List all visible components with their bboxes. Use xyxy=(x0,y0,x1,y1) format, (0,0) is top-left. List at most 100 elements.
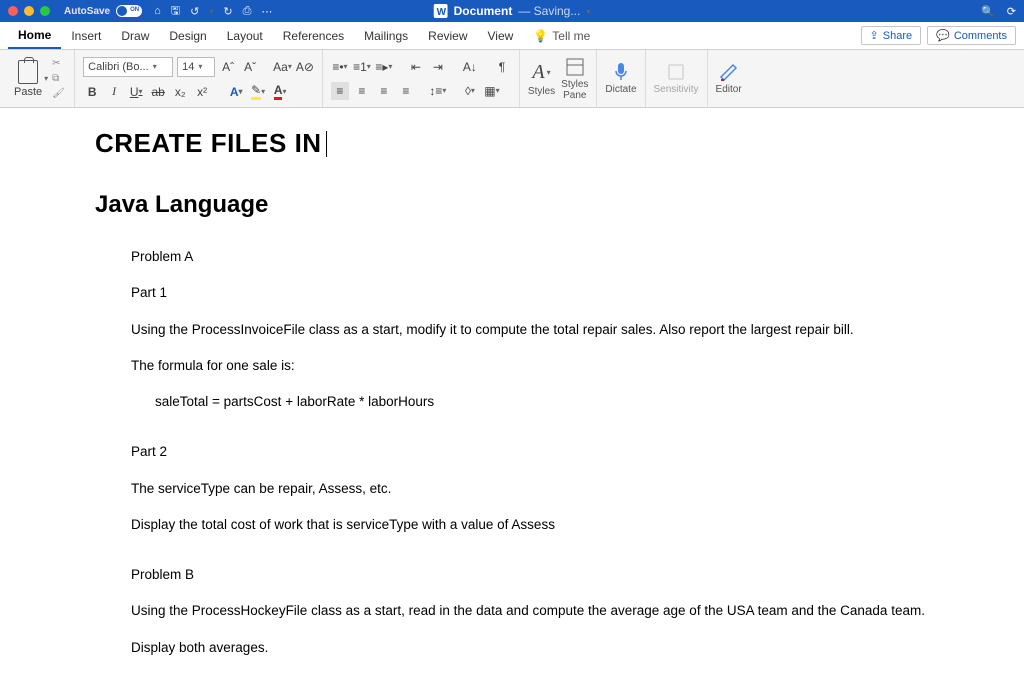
tab-view[interactable]: View xyxy=(478,22,524,49)
bold-button[interactable]: B xyxy=(83,83,101,101)
maximize-window-icon[interactable] xyxy=(40,6,50,16)
styles-pane-button[interactable]: Styles Pane xyxy=(561,57,588,101)
editor-button[interactable]: Editor xyxy=(716,62,742,95)
comments-button[interactable]: 💬 Comments xyxy=(927,26,1016,45)
tab-insert[interactable]: Insert xyxy=(61,22,111,49)
styles-pane-icon xyxy=(565,57,585,77)
clipboard-icon xyxy=(18,60,38,84)
clipboard-group: Paste ▾ ✂ ⧉ 🖌 xyxy=(6,50,75,107)
format-painter-icon[interactable]: 🖌 xyxy=(52,88,66,100)
superscript-button[interactable]: x² xyxy=(193,83,211,101)
tell-me-search[interactable]: 💡 Tell me xyxy=(523,22,600,49)
tab-design[interactable]: Design xyxy=(159,22,216,49)
underline-button[interactable]: U▾ xyxy=(127,83,145,101)
share-icon: ⇪ xyxy=(870,29,879,42)
document-body: Problem A Part 1 Using the ProcessInvoic… xyxy=(131,247,929,658)
align-right-button[interactable]: ≡ xyxy=(375,82,393,100)
strikethrough-button[interactable]: ab xyxy=(149,83,167,101)
text-line: Display both averages. xyxy=(131,638,929,658)
dictate-button[interactable]: Dictate xyxy=(605,62,636,95)
styles-button[interactable]: A▾ Styles xyxy=(528,61,555,97)
borders-button[interactable]: ▦▾ xyxy=(483,82,501,100)
text-line: Using the ProcessHockeyFile class as a s… xyxy=(131,601,929,621)
document-page[interactable]: CREATE FILES IN Java Language Problem A … xyxy=(0,108,1024,694)
window-controls xyxy=(8,6,50,16)
text-cursor xyxy=(326,131,327,157)
more-icon[interactable]: ⋯ xyxy=(261,5,272,18)
svg-text:W: W xyxy=(437,7,447,18)
ribbon: Paste ▾ ✂ ⧉ 🖌 Calibri (Bo...▾ 14▾ Aˆ Aˇ … xyxy=(0,50,1024,108)
text-line: Part 1 xyxy=(131,283,929,303)
text-line: The serviceType can be repair, Assess, e… xyxy=(131,479,929,499)
sensitivity-group: Sensitivity xyxy=(646,50,708,107)
paste-dropdown-icon[interactable]: ▾ xyxy=(44,74,48,83)
text-line: Problem A xyxy=(131,247,929,267)
editor-icon xyxy=(718,62,740,82)
cut-icon[interactable]: ✂ xyxy=(52,58,66,70)
undo-icon[interactable]: ↺ xyxy=(190,5,199,18)
subscript-button[interactable]: x₂ xyxy=(171,83,189,101)
highlight-button[interactable]: ✎▾ xyxy=(249,83,267,101)
text-line: Display the total cost of work that is s… xyxy=(131,515,929,535)
document-subtitle: Java Language xyxy=(95,191,929,219)
undo-dropdown-icon[interactable]: ▾ xyxy=(209,7,213,16)
editor-label: Editor xyxy=(716,84,742,95)
share-button[interactable]: ⇪ Share xyxy=(861,26,922,45)
text-line: The formula for one sale is: xyxy=(131,356,929,376)
align-center-button[interactable]: ≡ xyxy=(353,82,371,100)
shading-button[interactable]: ◊▾ xyxy=(461,82,479,100)
line-spacing-button[interactable]: ↕≡▾ xyxy=(429,82,447,100)
tab-draw[interactable]: Draw xyxy=(111,22,159,49)
ribbon-options-icon[interactable]: ⟳ xyxy=(1007,5,1016,18)
tab-references[interactable]: References xyxy=(273,22,354,49)
tell-me-label: Tell me xyxy=(552,29,590,43)
minimize-window-icon[interactable] xyxy=(24,6,34,16)
title-dropdown-icon[interactable]: ▾ xyxy=(586,7,590,16)
comment-icon: 💬 xyxy=(936,29,950,42)
clear-format-button[interactable]: A⊘ xyxy=(296,58,314,76)
tab-home[interactable]: Home xyxy=(8,22,61,49)
font-family-select[interactable]: Calibri (Bo...▾ xyxy=(83,57,173,77)
decrease-indent-button[interactable]: ⇤ xyxy=(407,58,425,76)
document-name: Document xyxy=(454,4,513,18)
align-left-button[interactable]: ≡ xyxy=(331,82,349,100)
home-icon[interactable]: ⌂ xyxy=(154,5,161,17)
increase-indent-button[interactable]: ⇥ xyxy=(429,58,447,76)
italic-button[interactable]: I xyxy=(105,83,123,101)
share-label: Share xyxy=(883,30,912,42)
paste-button[interactable]: Paste xyxy=(14,60,42,98)
sensitivity-button[interactable]: Sensitivity xyxy=(654,62,699,95)
justify-button[interactable]: ≡ xyxy=(397,82,415,100)
font-color-button[interactable]: A▾ xyxy=(271,83,289,101)
titlebar-right: 🔍 ⟳ xyxy=(981,5,1016,18)
numbering-button[interactable]: ≡1▾ xyxy=(353,58,371,76)
redo-icon[interactable]: ↻ xyxy=(223,5,232,18)
text-line: Part 2 xyxy=(131,442,929,462)
text-effects-button[interactable]: A▾ xyxy=(227,83,245,101)
tab-mailings[interactable]: Mailings xyxy=(354,22,418,49)
dictate-label: Dictate xyxy=(605,84,636,95)
autosave-toggle[interactable]: AutoSave ON xyxy=(64,5,142,17)
show-paragraph-button[interactable]: ¶ xyxy=(493,58,511,76)
toggle-icon[interactable]: ON xyxy=(116,5,142,17)
close-window-icon[interactable] xyxy=(8,6,18,16)
search-icon[interactable]: 🔍 xyxy=(981,5,995,18)
copy-icon[interactable]: ⧉ xyxy=(52,73,66,85)
shrink-font-button[interactable]: Aˇ xyxy=(241,58,259,76)
print-icon[interactable]: ⎙ xyxy=(243,5,252,18)
change-case-button[interactable]: Aa▾ xyxy=(273,58,292,76)
sort-button[interactable]: A↓ xyxy=(461,58,479,76)
save-icon[interactable]: 🖫 xyxy=(171,2,180,21)
text-line: saleTotal = partsCost + laborRate * labo… xyxy=(155,392,929,412)
grow-font-button[interactable]: Aˆ xyxy=(219,58,237,76)
paste-label: Paste xyxy=(14,86,42,98)
styles-label: Styles xyxy=(528,86,555,97)
save-status: — Saving... xyxy=(518,4,580,18)
bullets-button[interactable]: ≡•▾ xyxy=(331,58,349,76)
tab-layout[interactable]: Layout xyxy=(217,22,273,49)
font-size-select[interactable]: 14▾ xyxy=(177,57,215,77)
sensitivity-icon xyxy=(666,62,686,82)
tab-review[interactable]: Review xyxy=(418,22,477,49)
multilevel-button[interactable]: ≡▸▾ xyxy=(375,58,393,76)
styles-group: A▾ Styles Styles Pane xyxy=(520,50,597,107)
